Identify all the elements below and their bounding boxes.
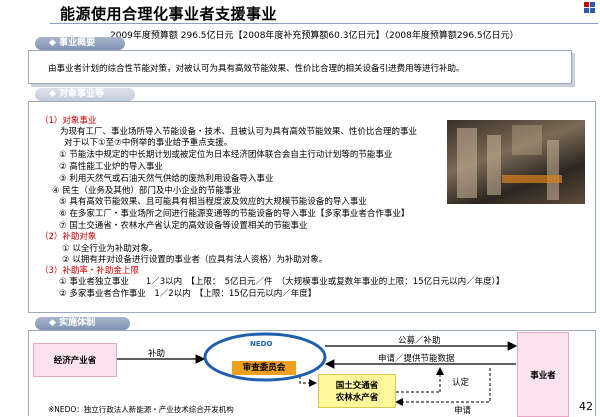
operator-label: 事业者 (530, 370, 556, 381)
apply-label: 申请／提供节能数据 (378, 354, 455, 364)
committee-box: 审查委员会 (232, 361, 296, 375)
ministries-box: 国土交通省 农林水产省 (318, 374, 396, 408)
certify-label: 认定 (452, 378, 470, 388)
meti-label: 经济产业省 (53, 356, 97, 366)
footnote: ※NEDO：独立行政法人新能源・产业技术综合开发机构 (48, 405, 234, 414)
meti-box: 经济产业省 (33, 343, 117, 377)
subsidy-label: 补助 (148, 349, 166, 359)
arrow-apply-ministry (395, 368, 491, 406)
public-offer-label: 公募／补助 (398, 336, 441, 346)
nedo-label: NEDO (250, 340, 273, 348)
operator-box: 事业者 (517, 332, 569, 417)
arrow-nedo-ministry (299, 376, 317, 387)
ministry-mlit-label: 国土交通省 (335, 381, 379, 391)
ministry-maff-label: 农林水产省 (335, 393, 379, 403)
apply2-label: 申请 (454, 406, 472, 416)
page-number: 42 (579, 400, 593, 413)
